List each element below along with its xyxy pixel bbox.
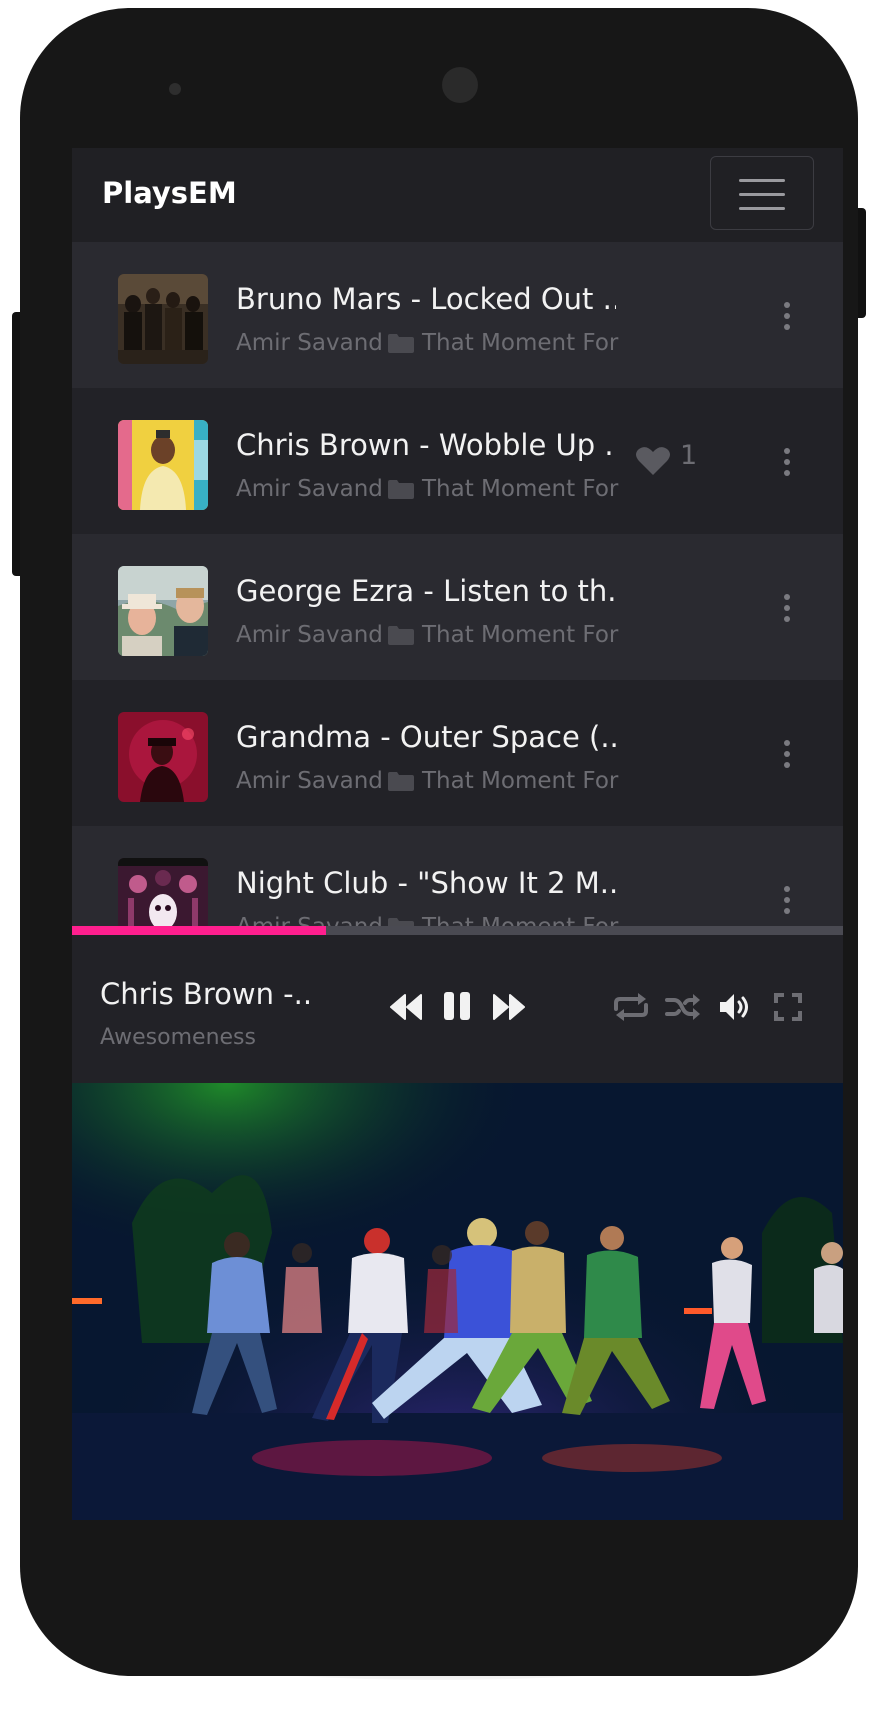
fullscreen-icon[interactable] [774,993,802,1021]
track-item[interactable]: Night Club - "Show It 2 M... Amir Savand… [72,826,843,926]
folder-icon [388,480,414,499]
like-count: 1 [680,440,698,471]
track-thumbnail [118,274,208,364]
track-title: Chris Brown - Wobble Up ... [236,428,616,462]
phone-camera [442,67,478,103]
track-album: That Moment For [422,768,619,794]
progress-bar[interactable] [72,926,843,935]
playlist[interactable]: Bruno Mars - Locked Out ... Amir Savand … [72,242,843,926]
shuffle-icon[interactable] [665,993,701,1021]
track-artist: Amir Savand [236,914,383,926]
more-vertical-icon[interactable] [772,300,802,332]
hamburger-icon-bar [739,193,785,196]
hamburger-icon-bar [739,207,785,210]
now-playing-subtitle: Awesomeness [100,1025,256,1050]
player-controls: Chris Brown -... Awesomeness [72,935,843,1083]
rewind-icon[interactable] [389,993,423,1021]
app-screen: PlaysEM Bruno Mars - Locked Out ... Amir… [72,148,843,1520]
folder-icon [388,772,414,791]
track-thumbnail [118,858,208,926]
more-vertical-icon[interactable] [772,738,802,770]
track-thumbnail [118,420,208,510]
more-vertical-icon[interactable] [772,884,802,916]
more-vertical-icon[interactable] [772,592,802,624]
track-album: That Moment For [422,914,618,926]
now-playing-title: Chris Brown -... [100,977,310,1011]
repeat-icon[interactable] [612,993,650,1021]
track-title: Grandma - Outer Space (... [236,720,616,754]
video-player[interactable] [72,1083,843,1520]
track-artist: Amir Savand [236,768,383,794]
more-vertical-icon[interactable] [772,446,802,478]
navbar: PlaysEM [72,148,843,242]
track-item[interactable]: George Ezra - Listen to th... Amir Savan… [72,534,843,680]
folder-icon [388,626,414,645]
track-album: That Moment For [422,330,619,356]
track-thumbnail [118,566,208,656]
hamburger-icon [739,179,785,182]
track-item[interactable]: Bruno Mars - Locked Out ... Amir Savand … [72,242,843,388]
phone-frame: PlaysEM Bruno Mars - Locked Out ... Amir… [20,8,858,1676]
track-title: Night Club - "Show It 2 M... [236,866,616,900]
track-artist: Amir Savand [236,330,383,356]
menu-toggle-button[interactable] [710,156,814,230]
progress-bar-fill [72,926,327,935]
track-album: That Moment For [422,476,619,502]
folder-icon [388,918,414,926]
volume-icon[interactable] [718,991,754,1023]
folder-icon [388,334,414,353]
heart-icon[interactable] [636,446,670,476]
pause-icon[interactable] [443,991,471,1021]
track-album: That Moment For [422,622,619,648]
track-thumbnail [118,712,208,802]
track-artist: Amir Savand [236,622,383,648]
video-frame [72,1083,843,1520]
phone-sensor [169,83,181,95]
brand-logo[interactable]: PlaysEM [102,176,237,210]
track-item[interactable]: Chris Brown - Wobble Up ... Amir Savand … [72,388,843,534]
track-item[interactable]: Grandma - Outer Space (... Amir Savand T… [72,680,843,826]
track-artist: Amir Savand [236,476,383,502]
track-title: George Ezra - Listen to th... [236,574,616,608]
fast-forward-icon[interactable] [492,993,526,1021]
track-title: Bruno Mars - Locked Out ... [236,282,616,316]
